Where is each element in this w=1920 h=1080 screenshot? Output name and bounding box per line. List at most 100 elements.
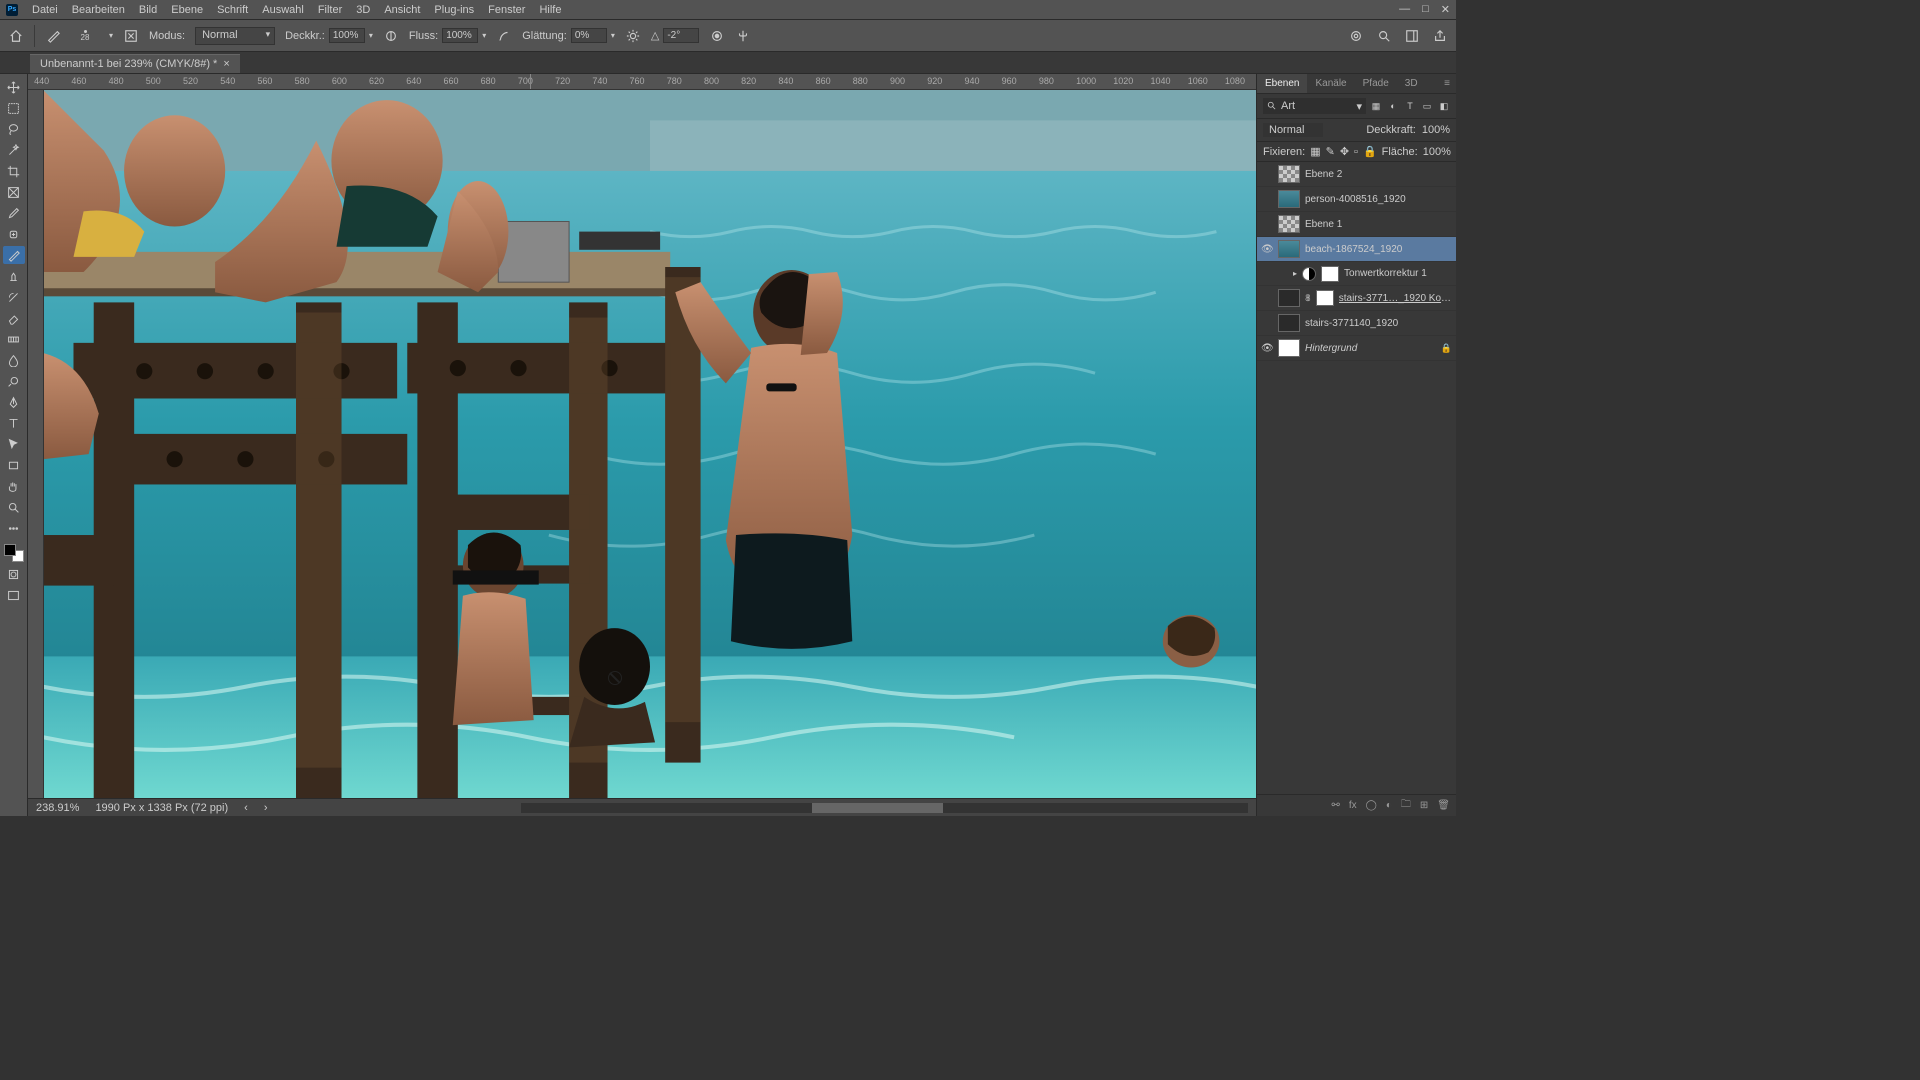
lock-artboard-icon[interactable]: ▫	[1354, 146, 1358, 158]
layer-name[interactable]: stairs-3771140_1920	[1305, 318, 1452, 329]
layer-row[interactable]: ▸Tonwertkorrektur 1	[1257, 262, 1456, 286]
layer-name[interactable]: Hintergrund	[1305, 343, 1436, 354]
move-tool[interactable]	[3, 78, 25, 96]
brush-tool-icon[interactable]	[45, 28, 61, 44]
menu-schrift[interactable]: Schrift	[217, 4, 248, 16]
visibility-toggle-icon[interactable]: 👁	[1261, 343, 1273, 354]
pressure-size-icon[interactable]	[709, 28, 725, 44]
menu-ansicht[interactable]: Ansicht	[384, 4, 420, 16]
dodge-tool[interactable]	[3, 372, 25, 390]
layer-mask-thumbnail[interactable]	[1316, 290, 1334, 306]
lock-position-icon[interactable]: ✥	[1340, 145, 1349, 158]
lasso-tool[interactable]	[3, 120, 25, 138]
window-maximize-icon[interactable]: □	[1422, 3, 1429, 16]
filter-pixel-icon[interactable]: ▦	[1370, 101, 1382, 112]
blend-mode-select[interactable]: Normal	[195, 27, 275, 45]
tab-3d[interactable]: 3D	[1397, 74, 1426, 93]
search-icon[interactable]	[1376, 28, 1392, 44]
crop-tool[interactable]	[3, 162, 25, 180]
layer-mask-thumbnail[interactable]	[1321, 266, 1339, 282]
nav-prev-icon[interactable]: ‹	[244, 802, 248, 814]
menu-fenster[interactable]: Fenster	[488, 4, 525, 16]
layer-thumbnail[interactable]	[1278, 240, 1300, 258]
gradient-tool[interactable]	[3, 330, 25, 348]
canvas-viewport[interactable]	[44, 90, 1256, 798]
layer-fx-icon[interactable]: fx	[1349, 800, 1357, 811]
layer-thumbnail[interactable]	[1278, 314, 1300, 332]
layer-name[interactable]: Ebene 1	[1305, 219, 1452, 230]
lock-pixels-icon[interactable]: ✎	[1326, 145, 1335, 158]
tab-kanaele[interactable]: Kanäle	[1307, 74, 1354, 93]
tab-ebenen[interactable]: Ebenen	[1257, 74, 1307, 93]
group-layers-icon[interactable]: 🗀	[1401, 797, 1411, 814]
menu-3d[interactable]: 3D	[356, 4, 370, 16]
layer-blend-mode[interactable]: Normal	[1263, 123, 1323, 137]
layer-row[interactable]: 👁Hintergrund🔒	[1257, 336, 1456, 361]
panel-menu-icon[interactable]: ≡	[1438, 74, 1456, 93]
window-minimize-icon[interactable]: —	[1399, 3, 1410, 16]
menu-plugins[interactable]: Plug-ins	[434, 4, 474, 16]
link-layers-icon[interactable]: ⚯	[1331, 800, 1339, 811]
menu-hilfe[interactable]: Hilfe	[539, 4, 561, 16]
horizontal-scrollbar[interactable]	[521, 803, 1248, 813]
menu-bild[interactable]: Bild	[139, 4, 157, 16]
menu-bearbeiten[interactable]: Bearbeiten	[72, 4, 125, 16]
vertical-ruler[interactable]	[28, 90, 44, 798]
cloud-docs-icon[interactable]	[1348, 28, 1364, 44]
color-swatch[interactable]	[4, 544, 24, 562]
layer-row[interactable]: Ebene 2	[1257, 162, 1456, 187]
new-layer-icon[interactable]: ⊞	[1420, 800, 1428, 811]
menu-filter[interactable]: Filter	[318, 4, 342, 16]
type-tool[interactable]	[3, 414, 25, 432]
eyedropper-tool[interactable]	[3, 204, 25, 222]
layer-row[interactable]: 𝟠stairs-3771…_1920 Kopie…	[1257, 286, 1456, 311]
menu-ebene[interactable]: Ebene	[171, 4, 203, 16]
layer-name[interactable]: Ebene 2	[1305, 169, 1452, 180]
flow-input[interactable]	[442, 28, 478, 43]
rectangle-tool[interactable]	[3, 456, 25, 474]
eraser-tool[interactable]	[3, 309, 25, 327]
marquee-tool[interactable]	[3, 99, 25, 117]
lock-all-icon[interactable]: 🔒	[1363, 145, 1377, 158]
horizontal-ruler[interactable]: 4404604805005205405605806006206406606807…	[28, 74, 1256, 90]
layer-mask-icon[interactable]: ◯	[1366, 800, 1377, 811]
nav-next-icon[interactable]: ›	[264, 802, 268, 814]
document-tab[interactable]: Unbenannt-1 bei 239% (CMYK/8#) * ×	[30, 54, 240, 73]
quick-mask-tool[interactable]	[3, 565, 25, 583]
pen-tool[interactable]	[3, 393, 25, 411]
angle-input[interactable]	[663, 28, 699, 43]
filter-type-icon[interactable]: T	[1404, 101, 1416, 112]
layer-row[interactable]: stairs-3771140_1920	[1257, 311, 1456, 336]
share-icon[interactable]	[1432, 28, 1448, 44]
history-brush-tool[interactable]	[3, 288, 25, 306]
hand-tool[interactable]	[3, 477, 25, 495]
healing-brush-tool[interactable]	[3, 225, 25, 243]
brush-settings-icon[interactable]	[123, 28, 139, 44]
brush-preset-picker[interactable]: 28	[71, 27, 99, 45]
magic-wand-tool[interactable]	[3, 141, 25, 159]
lock-transparency-icon[interactable]: ▦	[1310, 145, 1320, 158]
visibility-toggle-icon[interactable]: 👁	[1261, 244, 1273, 255]
layer-thumbnail[interactable]	[1278, 165, 1300, 183]
home-icon[interactable]	[8, 28, 24, 44]
filter-adjust-icon[interactable]: ◐	[1387, 101, 1399, 112]
layer-row[interactable]: 👁 beach-1867524_1920	[1257, 237, 1456, 262]
layer-name[interactable]: person-4008516_1920	[1305, 194, 1452, 205]
symmetry-icon[interactable]	[735, 28, 751, 44]
brush-tool[interactable]	[3, 246, 25, 264]
layer-row[interactable]: Ebene 1	[1257, 212, 1456, 237]
blur-tool[interactable]	[3, 351, 25, 369]
smoothing-input[interactable]	[571, 28, 607, 43]
layer-thumbnail[interactable]	[1278, 289, 1300, 307]
zoom-level[interactable]: 238.91%	[36, 802, 79, 814]
fill-value[interactable]: 100%	[1423, 146, 1451, 158]
layer-thumbnail[interactable]	[1278, 339, 1300, 357]
layer-name[interactable]: beach-1867524_1920	[1305, 244, 1452, 255]
layer-name[interactable]: stairs-3771…_1920 Kopie…	[1339, 293, 1452, 304]
smoothing-options-icon[interactable]	[625, 28, 641, 44]
edit-toolbar[interactable]	[3, 519, 25, 537]
path-selection-tool[interactable]	[3, 435, 25, 453]
airbrush-icon[interactable]	[496, 28, 512, 44]
delete-layer-icon[interactable]: 🗑	[1437, 800, 1450, 811]
layer-thumbnail[interactable]	[1278, 215, 1300, 233]
